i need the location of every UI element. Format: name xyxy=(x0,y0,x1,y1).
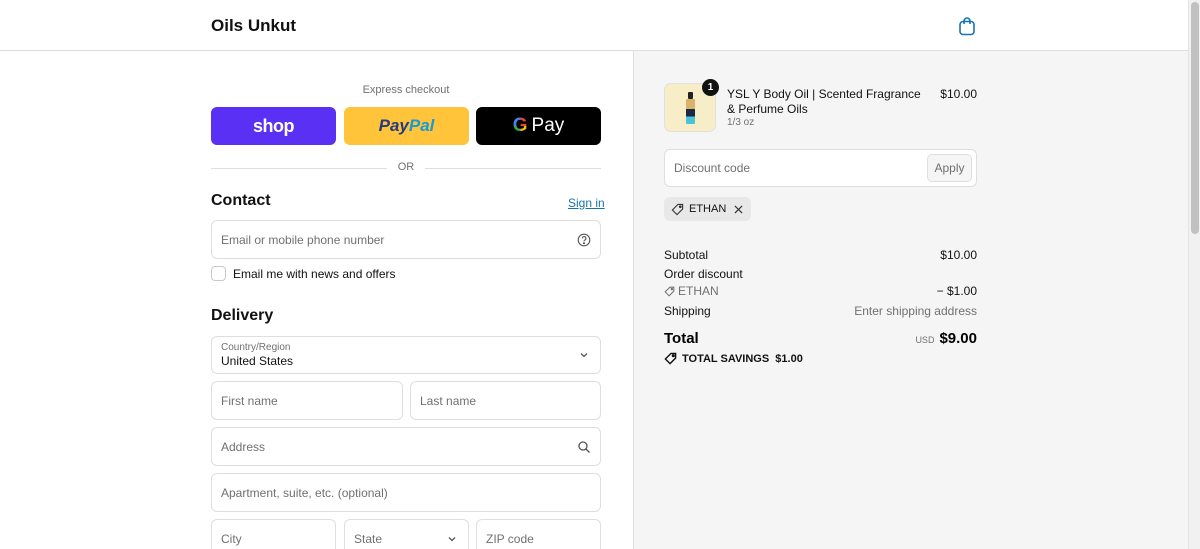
shop-pay-button[interactable]: shop xyxy=(211,107,336,145)
quantity-badge: 1 xyxy=(702,79,719,96)
state-placeholder: State xyxy=(354,531,383,546)
first-name-placeholder: First name xyxy=(221,393,278,408)
product-price: $10.00 xyxy=(940,87,977,101)
scrollbar-thumb[interactable] xyxy=(1191,2,1199,234)
total-savings-label: TOTAL SAVINGS $1.00 xyxy=(682,352,803,365)
discount-placeholder: Discount code xyxy=(674,161,751,175)
zip-placeholder: ZIP code xyxy=(486,531,534,546)
total-amount: USD $9.00 xyxy=(915,330,977,347)
country-select[interactable]: Country/Region United States xyxy=(211,336,601,374)
city-placeholder: City xyxy=(221,531,242,546)
address-placeholder: Address xyxy=(221,439,266,454)
shipping-value: Enter shipping address xyxy=(854,304,977,318)
shopping-bag-icon[interactable] xyxy=(958,16,976,36)
or-divider: OR xyxy=(211,161,601,175)
applied-code-label: ETHAN xyxy=(689,203,727,215)
newsletter-checkbox[interactable] xyxy=(211,266,226,281)
order-discount-label: Order discount xyxy=(664,267,743,281)
apply-discount-button[interactable]: Apply xyxy=(927,154,972,182)
remove-discount-icon[interactable] xyxy=(734,204,743,214)
total-savings: TOTAL SAVINGS $1.00 xyxy=(664,352,803,365)
apartment-placeholder: Apartment, suite, etc. (optional) xyxy=(221,485,388,500)
subtotal-label: Subtotal xyxy=(664,248,709,262)
search-icon xyxy=(578,440,590,453)
order-summary-panel xyxy=(633,51,1188,549)
product-variant: 1/3 oz xyxy=(727,117,755,128)
last-name-field[interactable]: Last name xyxy=(410,381,601,420)
total-label: Total xyxy=(664,330,699,347)
email-field[interactable]: Email or mobile phone number xyxy=(211,220,601,259)
divider-line xyxy=(425,168,601,169)
first-name-field[interactable]: First name xyxy=(211,381,403,420)
country-value: United States xyxy=(221,353,294,368)
tag-icon xyxy=(671,203,684,215)
express-checkout-label: Express checkout xyxy=(362,84,450,96)
google-pay-label: Pay xyxy=(531,115,565,136)
discount-code-line: ETHAN xyxy=(664,284,719,298)
city-field[interactable]: City xyxy=(211,519,336,549)
page-scrollbar[interactable] xyxy=(1188,0,1200,549)
store-name[interactable]: Oils Unkut xyxy=(211,16,296,36)
contact-heading: Contact xyxy=(211,192,271,209)
chevron-down-icon xyxy=(580,353,588,358)
discount-value: − $1.00 xyxy=(936,284,977,298)
shipping-row: Shipping Enter shipping address xyxy=(664,304,977,318)
sign-in-link[interactable]: Sign in xyxy=(568,196,605,210)
last-name-placeholder: Last name xyxy=(420,393,477,408)
total-value: $9.00 xyxy=(939,330,977,347)
tag-icon xyxy=(664,352,677,365)
google-g-icon: G xyxy=(512,115,528,136)
product-bottle-image xyxy=(686,92,695,124)
subtotal-row: Subtotal $10.00 xyxy=(664,248,977,262)
currency-code: USD xyxy=(915,335,935,345)
apartment-field[interactable]: Apartment, suite, etc. (optional) xyxy=(211,473,601,512)
subtotal-value: $10.00 xyxy=(940,248,977,262)
email-placeholder: Email or mobile phone number xyxy=(221,232,385,247)
delivery-heading: Delivery xyxy=(211,307,274,324)
shipping-label: Shipping xyxy=(664,304,711,318)
discount-code-row: ETHAN − $1.00 xyxy=(664,284,977,298)
order-discount-row: Order discount xyxy=(664,267,977,281)
google-pay-button[interactable]: G Pay xyxy=(476,107,601,145)
help-icon[interactable] xyxy=(577,233,591,247)
newsletter-label[interactable]: Email me with news and offers xyxy=(233,267,396,281)
country-label: Country/Region xyxy=(221,341,291,353)
zip-field[interactable]: ZIP code xyxy=(476,519,601,549)
shop-pay-logo: shop xyxy=(253,115,295,136)
chevron-down-icon xyxy=(448,536,456,541)
paypal-logo-pal: Pal xyxy=(408,116,435,135)
total-row: Total USD $9.00 xyxy=(664,330,977,347)
or-label: OR xyxy=(397,161,415,173)
discount-code-label: ETHAN xyxy=(678,284,719,298)
paypal-logo-pay: Pay xyxy=(378,116,409,135)
tag-icon xyxy=(664,286,675,297)
paypal-button[interactable]: Pay Pal xyxy=(344,107,469,145)
applied-discount-chip: ETHAN xyxy=(664,197,752,221)
newsletter-row[interactable]: Email me with news and offers xyxy=(211,266,396,281)
header: Oils Unkut xyxy=(0,0,1188,51)
state-select[interactable]: State xyxy=(344,519,469,549)
address-field[interactable]: Address xyxy=(211,427,601,466)
